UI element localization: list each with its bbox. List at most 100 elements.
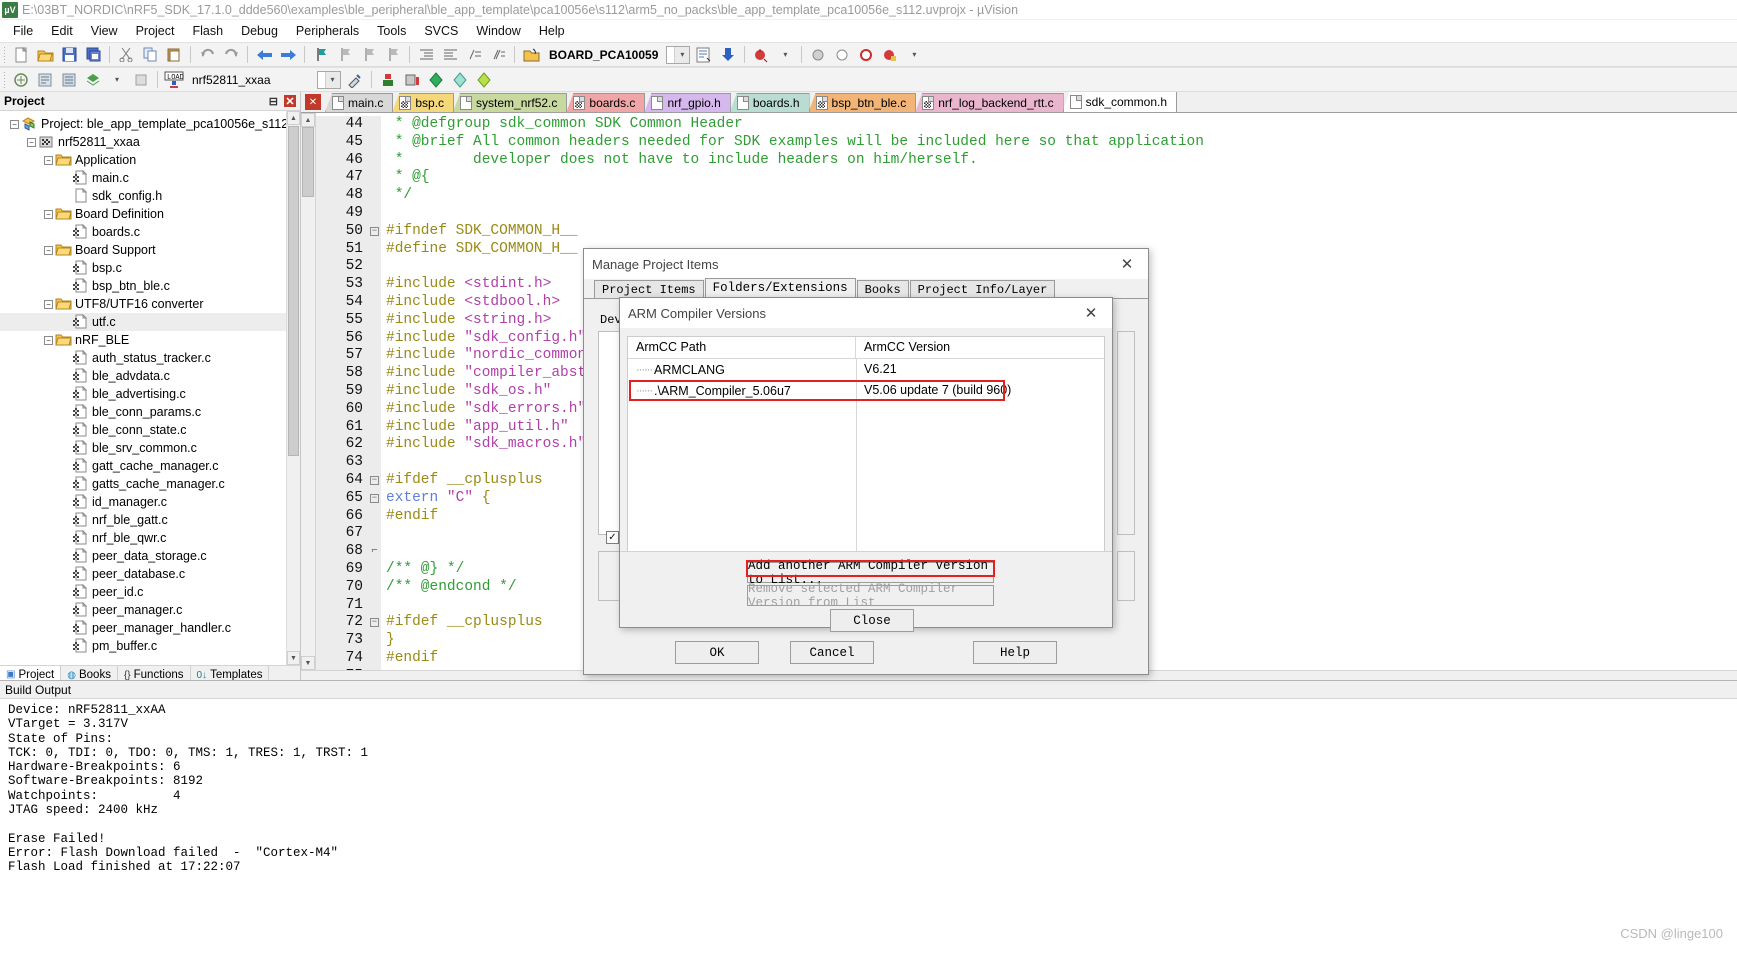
bookmark-clear-icon[interactable]	[382, 44, 404, 65]
fold-toggle-icon[interactable]: −	[368, 489, 381, 508]
add-compiler-version-button[interactable]: Add another ARM Compiler Version to List…	[747, 559, 994, 587]
dialog-tab-bar[interactable]: Project Items Folders/Extensions Books Proj…	[584, 278, 1148, 299]
tree-item[interactable]: bsp_btn_ble.c	[0, 277, 300, 295]
batch-build-dropdown-icon[interactable]: ▾	[106, 69, 128, 90]
right-strip-box[interactable]	[1117, 331, 1135, 535]
tree-item[interactable]: ble_srv_common.c	[0, 439, 300, 457]
translate-icon[interactable]	[10, 69, 32, 90]
navigate-forward-icon[interactable]	[277, 44, 299, 65]
stop-build-icon[interactable]	[130, 69, 152, 90]
tree-expander-icon[interactable]: −	[25, 133, 38, 151]
bookmark-next-icon[interactable]	[358, 44, 380, 65]
editor-tab-bar[interactable]: ✕ main.c bsp.c system_nrf52.c boards.c nrf_g…	[301, 92, 1737, 113]
toolbar-grip[interactable]	[3, 46, 7, 63]
indent-icon[interactable]	[415, 44, 437, 65]
list-rows[interactable]: ······ ARMCLANG V6.21 ······ .\ARM_Compiler_…	[628, 359, 1104, 401]
close-icon[interactable]: ✕	[284, 95, 296, 108]
breakpoint-insert-icon[interactable]	[807, 44, 829, 65]
tree-expander-icon[interactable]: −	[42, 241, 55, 259]
editor-tab[interactable]: nrf_gpio.h	[644, 93, 731, 112]
compiler-versions-list[interactable]: ArmCC Path ArmCC Version ······ ARMCLANG V…	[627, 336, 1105, 571]
tree-item[interactable]: ble_advertising.c	[0, 385, 300, 403]
editor-tab[interactable]: sdk_common.h	[1062, 92, 1178, 112]
tree-item[interactable]: peer_manager_handler.c	[0, 619, 300, 637]
checkbox-option[interactable]: ✓	[606, 531, 619, 544]
copy-icon[interactable]	[139, 44, 161, 65]
refresh-packs-icon[interactable]	[473, 69, 495, 90]
tree-item[interactable]: ble_conn_params.c	[0, 403, 300, 421]
tree-item[interactable]: pm_buffer.c	[0, 637, 300, 655]
tree-item[interactable]: − Board Definition	[0, 205, 300, 223]
tree-item[interactable]: bsp.c	[0, 259, 300, 277]
project-tree-scrollbar[interactable]: ▲ ▼	[286, 111, 300, 665]
outdent-icon[interactable]	[439, 44, 461, 65]
tree-item[interactable]: boards.c	[0, 223, 300, 241]
save-all-icon[interactable]	[82, 44, 104, 65]
tree-item[interactable]: gatts_cache_manager.c	[0, 475, 300, 493]
tree-item[interactable]: peer_data_storage.c	[0, 547, 300, 565]
editor-tab[interactable]: system_nrf52.c	[453, 93, 568, 112]
scrollbar-thumb[interactable]	[302, 127, 314, 197]
tree-item[interactable]: peer_id.c	[0, 583, 300, 601]
tree-item[interactable]: utf.c	[0, 313, 300, 331]
target-select[interactable]: ▾	[666, 45, 691, 64]
menu-file[interactable]: File	[4, 22, 42, 40]
menu-svcs[interactable]: SVCS	[415, 22, 467, 40]
editor-tab[interactable]: bsp_btn_ble.c	[808, 93, 917, 112]
redo-icon[interactable]	[220, 44, 242, 65]
scroll-down-icon[interactable]: ▼	[287, 651, 300, 665]
dialog-tab[interactable]: Folders/Extensions	[704, 278, 856, 298]
menu-flash[interactable]: Flash	[183, 22, 232, 40]
bookmark-toggle-icon[interactable]	[310, 44, 332, 65]
scrollbar-thumb[interactable]	[288, 126, 299, 456]
fold-toggle-icon[interactable]: −	[368, 614, 381, 633]
bookmark-prev-icon[interactable]	[334, 44, 356, 65]
close-icon[interactable]: ✕	[1078, 302, 1104, 324]
close-button[interactable]: Close	[830, 609, 914, 632]
pack-installer-2-icon[interactable]	[425, 69, 447, 90]
manage-project-items-icon[interactable]	[693, 44, 715, 65]
navigate-back-icon[interactable]	[253, 44, 275, 65]
breakpoint-disable-all-icon[interactable]	[879, 44, 901, 65]
menu-view[interactable]: View	[82, 22, 127, 40]
compiler-version-row[interactable]: ······ .\ARM_Compiler_5.06u7 V5.06 update …	[628, 380, 1104, 401]
undo-icon[interactable]	[196, 44, 218, 65]
compiler-version-row[interactable]: ······ ARMCLANG V6.21	[628, 359, 1104, 380]
project-tree-container[interactable]: − Project: ble_app_template_pca10056e_s11…	[0, 111, 300, 665]
chevron-down-icon[interactable]: ▾	[674, 46, 690, 63]
tree-item[interactable]: id_manager.c	[0, 493, 300, 511]
tree-expander-icon[interactable]: −	[42, 295, 55, 313]
cancel-button[interactable]: Cancel	[790, 641, 874, 664]
column-header-version[interactable]: ArmCC Version	[856, 337, 1104, 358]
tree-item[interactable]: peer_database.c	[0, 565, 300, 583]
close-icon[interactable]: ✕	[1114, 253, 1140, 275]
build-icon[interactable]	[34, 69, 56, 90]
device-select[interactable]: ▾	[316, 70, 341, 89]
rebuild-icon[interactable]	[58, 69, 80, 90]
fold-toggle-icon[interactable]: −	[368, 222, 381, 241]
scroll-down-icon[interactable]: ▼	[301, 656, 315, 670]
breakpoint-disable-icon[interactable]	[831, 44, 853, 65]
tree-expander-icon[interactable]: −	[42, 151, 55, 169]
tree-item[interactable]: ble_conn_state.c	[0, 421, 300, 439]
tree-expander-icon[interactable]: −	[8, 115, 21, 133]
tree-item[interactable]: main.c	[0, 169, 300, 187]
scroll-up-icon[interactable]: ▲	[287, 111, 300, 125]
tree-item[interactable]: − Board Support	[0, 241, 300, 259]
dialog-tab[interactable]: Books	[856, 280, 909, 298]
column-header-path[interactable]: ArmCC Path	[628, 337, 856, 358]
menu-debug[interactable]: Debug	[232, 22, 287, 40]
debug-start-icon[interactable]	[750, 44, 772, 65]
tree-item[interactable]: − nRF_BLE	[0, 331, 300, 349]
breakpoints-dropdown-icon[interactable]: ▾	[903, 44, 925, 65]
project-tree[interactable]: − Project: ble_app_template_pca10056e_s11…	[0, 111, 300, 655]
editor-tab[interactable]: nrf_log_backend_rtt.c	[915, 93, 1064, 112]
tree-item[interactable]: auth_status_tracker.c	[0, 349, 300, 367]
download-icon[interactable]: LOAD	[163, 69, 185, 90]
comment-icon[interactable]	[463, 44, 485, 65]
open-file-icon[interactable]	[34, 44, 56, 65]
editor-tab[interactable]: boards.h	[729, 93, 810, 112]
tree-item[interactable]: sdk_config.h	[0, 187, 300, 205]
tree-expander-icon[interactable]: −	[42, 331, 55, 349]
dialog-tab[interactable]: Project Items	[594, 280, 704, 298]
